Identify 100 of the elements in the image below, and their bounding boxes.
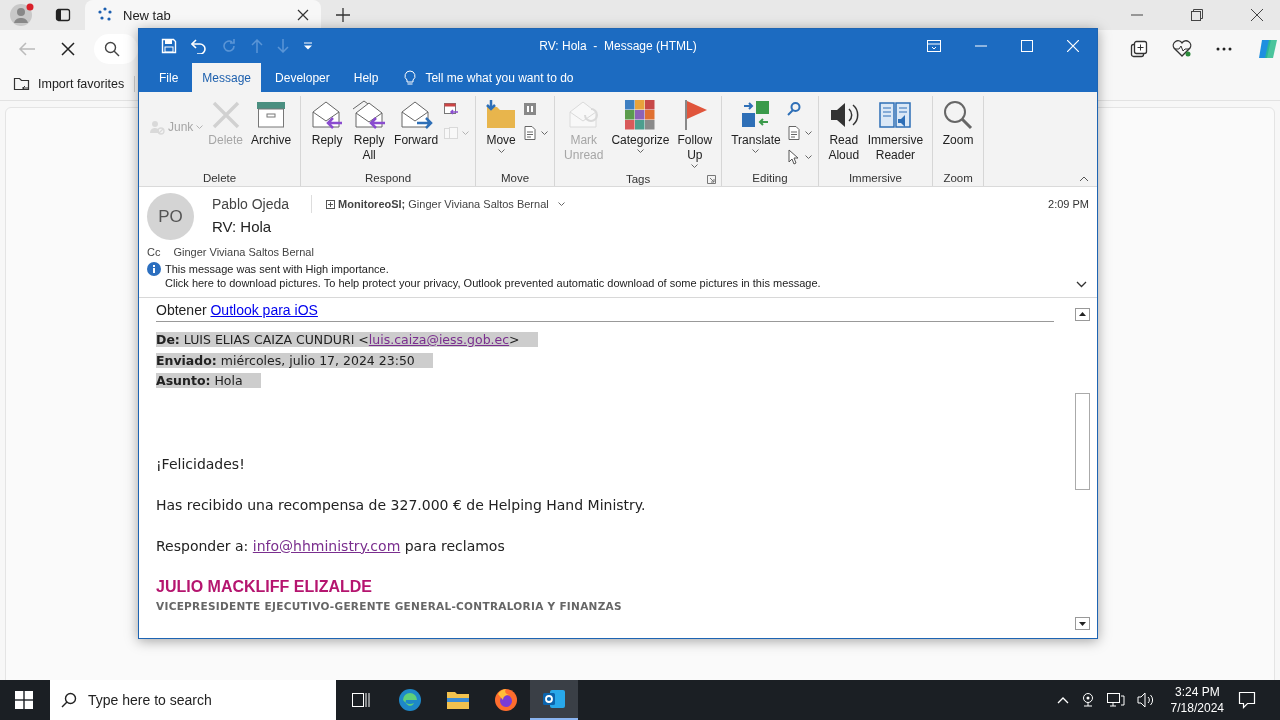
- search-icon: [104, 41, 120, 57]
- ribbon-button[interactable]: Reply: [307, 96, 348, 150]
- email-link[interactable]: info@hhministry.com: [252, 537, 401, 554]
- clock-time[interactable]: 3:24 PM: [1174, 684, 1220, 700]
- sent-time: 2:09 PM: [1048, 198, 1089, 210]
- recipient-name[interactable]: MonitoreoSI;: [338, 198, 406, 210]
- email-link[interactable]: luis.caiza@iess.gob.ec: [368, 332, 510, 347]
- expand-caret-icon[interactable]: [1076, 281, 1087, 288]
- customize-icon[interactable]: [303, 42, 313, 50]
- cc-label: Cc: [147, 246, 161, 258]
- archive-icon: [255, 99, 288, 131]
- clock-date[interactable]: 7/18/2024: [1170, 700, 1224, 716]
- browser-tab[interactable]: New tab: [85, 0, 321, 30]
- ribbon-button[interactable]: Reply All: [349, 96, 390, 165]
- restore-icon[interactable]: [1191, 9, 1203, 21]
- sender-name: Pablo Ojeda: [212, 196, 290, 212]
- folder-icon: [485, 99, 518, 131]
- ribbon-tab[interactable]: Help: [343, 63, 389, 92]
- ribbon-button[interactable]: Forward: [391, 96, 442, 150]
- expand-icon[interactable]: [326, 199, 336, 209]
- tab-title: New tab: [123, 7, 172, 23]
- ribbon-button[interactable]: [785, 124, 812, 142]
- notebook-icon: [522, 101, 539, 117]
- browser-icon: [398, 688, 422, 712]
- new-tab-icon[interactable]: [335, 7, 351, 23]
- dropdown-caret-icon: [804, 154, 812, 160]
- maximize-icon[interactable]: [1021, 40, 1033, 52]
- ribbon-options-icon[interactable]: [927, 40, 941, 52]
- app-link[interactable]: Outlook para iOS: [210, 302, 318, 318]
- notifications-icon[interactable]: [1238, 691, 1256, 709]
- tell-me-field[interactable]: Tell me what you want to do: [404, 63, 574, 92]
- download-pictures-notice[interactable]: Click here to download pictures. To help protect your privacy, Outlook prevented automatic download of some pictures in this message.: [165, 276, 1072, 290]
- profile-icon[interactable]: [9, 2, 35, 28]
- scroll-up-icon[interactable]: [1075, 308, 1090, 321]
- dropdown-caret-icon: [497, 149, 505, 154]
- ribbon-button[interactable]: [522, 124, 549, 142]
- group-label: Respond: [365, 171, 412, 184]
- document-icon: [785, 125, 802, 141]
- group-label: Editing: [752, 171, 788, 184]
- favorites-item[interactable]: Import favorites: [13, 76, 136, 92]
- scroll-down-icon[interactable]: [1075, 617, 1090, 630]
- network-icon[interactable]: [1106, 692, 1125, 708]
- ribbon-button[interactable]: Follow Up: [674, 96, 716, 171]
- message-subject: RV: Hola: [212, 218, 273, 235]
- dropdown-caret-icon: [636, 149, 644, 154]
- calendar-icon: [443, 101, 460, 117]
- folder-icon: [446, 689, 470, 711]
- zoom-icon: [942, 99, 975, 131]
- ribbon-tab[interactable]: File: [149, 63, 189, 92]
- task-view-icon[interactable]: [351, 691, 371, 709]
- recipient-name[interactable]: Ginger Viviana Saltos Bernal: [408, 198, 549, 210]
- collapse-ribbon-icon[interactable]: [1079, 176, 1089, 182]
- cc-recipient[interactable]: Ginger Viviana Saltos Bernal: [173, 246, 314, 258]
- scroll-thumb[interactable]: [1075, 393, 1090, 490]
- collections-icon[interactable]: [1130, 40, 1148, 58]
- camera-icon[interactable]: [1080, 692, 1095, 708]
- close-icon[interactable]: [297, 9, 309, 21]
- mail-app-icon: [542, 687, 566, 711]
- body-paragraph: ¡Felicidades!: [156, 454, 246, 474]
- heart-pulse-icon[interactable]: [1172, 40, 1192, 58]
- tab-actions-icon[interactable]: [55, 7, 71, 23]
- reply-icon: [310, 99, 345, 131]
- ribbon-tab[interactable]: Message: [192, 63, 262, 92]
- ribbon-tab[interactable]: Developer: [265, 63, 340, 92]
- ribbon-button[interactable]: Read Aloud: [824, 96, 863, 165]
- undo-icon[interactable]: [191, 38, 207, 54]
- ribbon-button[interactable]: Archive: [248, 96, 295, 150]
- info-icon: [147, 262, 161, 276]
- taskbar-app[interactable]: [530, 680, 578, 720]
- ribbon-button[interactable]: Immersive Reader: [864, 96, 927, 165]
- start-icon[interactable]: [15, 691, 33, 709]
- dropdown-caret-icon: [462, 130, 470, 136]
- document-icon: [443, 125, 460, 141]
- group-label: Tags: [625, 172, 651, 185]
- assistant-icon[interactable]: [1256, 37, 1280, 61]
- junk-icon: [149, 119, 165, 135]
- group-label: Immersive: [848, 171, 902, 184]
- recipients-caret-icon: [557, 201, 565, 207]
- volume-icon[interactable]: [1136, 692, 1155, 708]
- ribbon-button[interactable]: Translate: [728, 96, 784, 156]
- reply-all-icon: [352, 99, 387, 131]
- signature-title: VICEPRESIDENTE EJECUTIVO-GERENTE GENERAL-CONTRALORIA Y FINANZAS: [156, 599, 623, 612]
- ribbon-button[interactable]: Move: [482, 96, 521, 156]
- envelope-icon: [566, 99, 601, 131]
- save-icon[interactable]: [161, 38, 177, 54]
- taskbar-search-field[interactable]: Type here to search: [50, 680, 336, 720]
- address-field[interactable]: [94, 34, 138, 64]
- more-icon[interactable]: [1216, 47, 1232, 51]
- group-label: Zoom: [943, 171, 973, 184]
- close-icon[interactable]: [1251, 9, 1263, 21]
- ribbon-button[interactable]: [785, 148, 812, 166]
- ribbon-button[interactable]: Zoom: [939, 96, 978, 150]
- window-title: RV: Hola - Message (HTML): [539, 39, 697, 53]
- dropdown-caret-icon: [541, 130, 549, 136]
- chevron-up-icon[interactable]: [1056, 696, 1069, 704]
- stop-icon[interactable]: [60, 41, 76, 57]
- avatar: PO: [147, 193, 194, 240]
- document-icon: [522, 125, 539, 141]
- dialog-launcher-icon[interactable]: [707, 175, 717, 184]
- ribbon-button[interactable]: Categorize: [608, 96, 673, 156]
